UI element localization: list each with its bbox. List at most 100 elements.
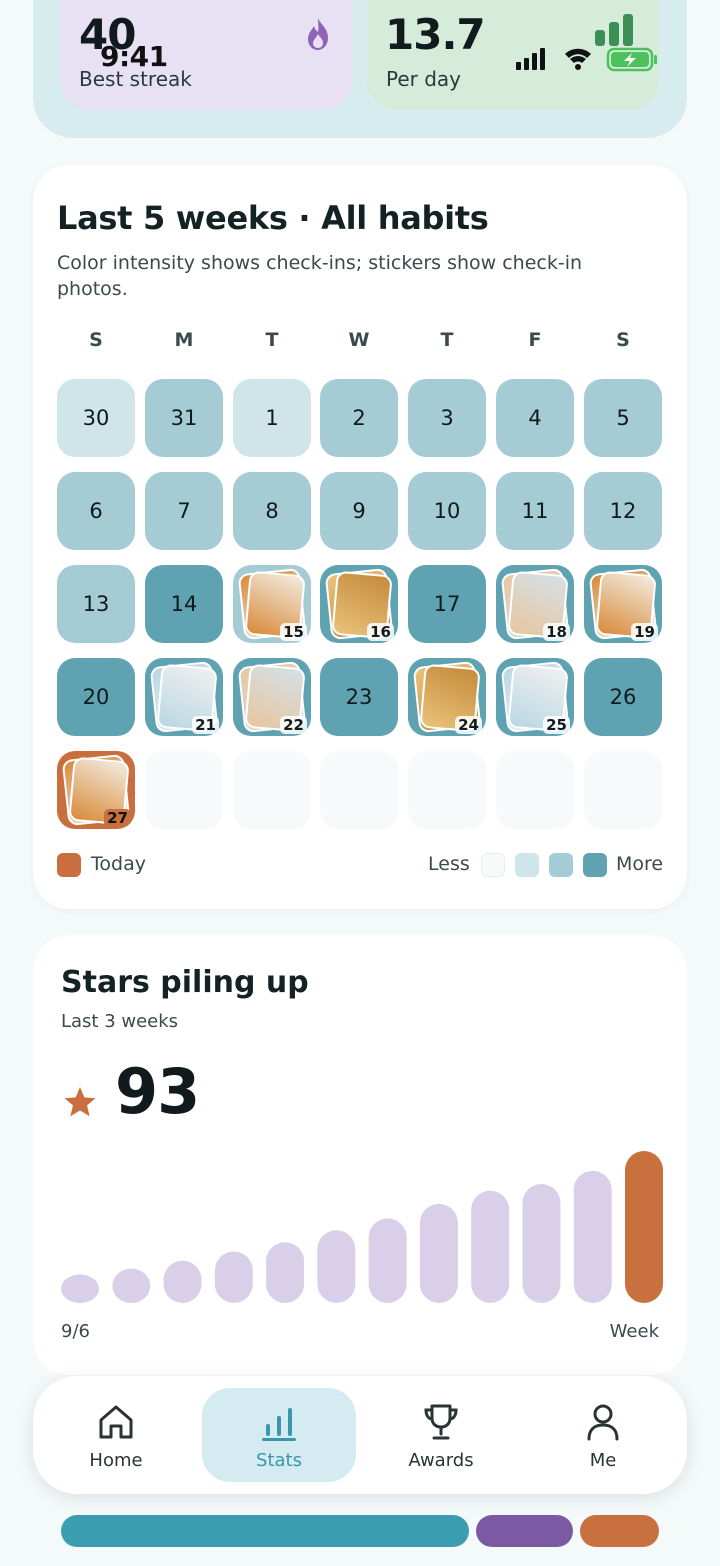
legend-today-label: Today bbox=[91, 853, 146, 875]
per-day-value: 13.7 bbox=[385, 10, 486, 59]
calendar-subtitle: Color intensity shows check-ins; sticker… bbox=[57, 252, 583, 300]
trophy-icon bbox=[424, 1404, 458, 1440]
calendar-day[interactable]: 6 bbox=[57, 472, 135, 550]
chart-bar-current-week bbox=[625, 1151, 663, 1303]
calendar-day[interactable]: 27 bbox=[57, 751, 135, 829]
nav-stats[interactable]: Stats bbox=[202, 1388, 356, 1482]
progress-strip-orange bbox=[580, 1515, 659, 1547]
wifi-icon bbox=[565, 48, 591, 70]
calendar-day[interactable]: 30 bbox=[57, 379, 135, 457]
calendar-day-number: 24 bbox=[455, 716, 482, 734]
chart-bar bbox=[214, 1251, 253, 1303]
weekday-label: S bbox=[89, 329, 103, 351]
chart-bar bbox=[419, 1203, 458, 1303]
calendar-day[interactable]: 11 bbox=[496, 472, 574, 550]
calendar-day[interactable]: 2 bbox=[320, 379, 398, 457]
calendar-day[interactable]: 13 bbox=[57, 565, 135, 643]
bottom-nav: Home Stats Awards Me bbox=[33, 1376, 687, 1494]
calendar-day-number: 25 bbox=[543, 716, 570, 734]
chart-bar bbox=[317, 1230, 356, 1303]
chart-x-start-label: 9/6 bbox=[61, 1321, 90, 1342]
calendar-day-number: 19 bbox=[631, 623, 658, 641]
stats-icon bbox=[262, 1408, 296, 1441]
nav-home[interactable]: Home bbox=[39, 1388, 193, 1482]
chart-bar bbox=[522, 1184, 561, 1303]
legend-swatch-level0 bbox=[481, 853, 505, 877]
calendar-day[interactable]: 31 bbox=[145, 379, 223, 457]
person-icon bbox=[587, 1404, 619, 1441]
weekday-label: F bbox=[528, 329, 542, 351]
calendar-day-number: 21 bbox=[192, 716, 219, 734]
calendar-day-empty bbox=[233, 751, 311, 829]
calendar-day[interactable]: 8 bbox=[233, 472, 311, 550]
weekday-label: W bbox=[348, 329, 370, 351]
calendar-day[interactable]: 16 bbox=[320, 565, 398, 643]
legend-less-label: Less bbox=[428, 853, 470, 875]
calendar-day-number: 15 bbox=[280, 623, 307, 641]
flame-icon bbox=[308, 18, 328, 50]
calendar-day[interactable]: 17 bbox=[408, 565, 486, 643]
calendar-day[interactable]: 4 bbox=[496, 379, 574, 457]
per-day-label: Per day bbox=[386, 67, 462, 91]
calendar-day[interactable]: 10 bbox=[408, 472, 486, 550]
chart-bar bbox=[368, 1218, 407, 1303]
nav-home-label: Home bbox=[89, 1450, 143, 1471]
calendar-day[interactable]: 25 bbox=[496, 658, 574, 736]
battery-icon bbox=[606, 47, 657, 72]
calendar-day[interactable]: 9 bbox=[320, 472, 398, 550]
progress-strip-purple bbox=[476, 1515, 573, 1547]
chart-bar bbox=[573, 1170, 612, 1303]
calendar-day[interactable]: 14 bbox=[145, 565, 223, 643]
calendar-day[interactable]: 1 bbox=[233, 379, 311, 457]
progress-strip-teal bbox=[61, 1515, 469, 1547]
calendar-day-empty bbox=[145, 751, 223, 829]
calendar-day[interactable]: 15 bbox=[233, 565, 311, 643]
stars-title: Stars piling up bbox=[61, 965, 309, 1000]
calendar-day-number: 27 bbox=[104, 809, 131, 827]
calendar-day[interactable]: 3 bbox=[408, 379, 486, 457]
legend-swatch-level2 bbox=[549, 853, 573, 877]
nav-awards[interactable]: Awards bbox=[364, 1388, 518, 1482]
calendar-day-number: 16 bbox=[367, 623, 394, 641]
calendar-card: Last 5 weeks · All habits Color intensit… bbox=[33, 165, 687, 909]
nav-awards-label: Awards bbox=[408, 1450, 474, 1471]
chart-bar bbox=[266, 1242, 305, 1303]
weekday-label: S bbox=[616, 329, 630, 351]
chart-x-end-label: Week bbox=[609, 1321, 659, 1342]
calendar-day[interactable]: 26 bbox=[584, 658, 662, 736]
calendar-day[interactable]: 7 bbox=[145, 472, 223, 550]
nav-stats-label: Stats bbox=[256, 1450, 302, 1471]
weekday-label: T bbox=[440, 329, 454, 351]
calendar-day[interactable]: 24 bbox=[408, 658, 486, 736]
signal-icon bbox=[516, 48, 545, 70]
calendar-day-number: 22 bbox=[280, 716, 307, 734]
status-indicators bbox=[516, 47, 657, 72]
calendar-day-empty bbox=[496, 751, 574, 829]
status-time: 9:41 bbox=[100, 40, 168, 73]
calendar-day-number: 18 bbox=[543, 623, 570, 641]
stars-bar-chart bbox=[61, 1151, 663, 1303]
stars-subtitle: Last 3 weeks bbox=[61, 1011, 179, 1032]
calendar-day-empty bbox=[320, 751, 398, 829]
chart-bar bbox=[61, 1274, 99, 1303]
weekday-label: M bbox=[174, 329, 194, 351]
calendar-day[interactable]: 20 bbox=[57, 658, 135, 736]
calendar-day-empty bbox=[584, 751, 662, 829]
legend-swatch-level1 bbox=[515, 853, 539, 877]
calendar-day[interactable]: 21 bbox=[145, 658, 223, 736]
chart-bar bbox=[112, 1268, 151, 1303]
bar-chart-icon bbox=[595, 14, 633, 46]
home-icon bbox=[99, 1405, 133, 1439]
calendar-day[interactable]: 19 bbox=[584, 565, 662, 643]
calendar-title: Last 5 weeks · All habits bbox=[57, 199, 489, 237]
weekday-label: T bbox=[265, 329, 279, 351]
calendar-day[interactable]: 22 bbox=[233, 658, 311, 736]
calendar-day[interactable]: 5 bbox=[584, 379, 662, 457]
calendar-day[interactable]: 12 bbox=[584, 472, 662, 550]
calendar-day[interactable]: 18 bbox=[496, 565, 574, 643]
calendar-day[interactable]: 23 bbox=[320, 658, 398, 736]
star-icon bbox=[64, 1087, 96, 1117]
legend-more-label: More bbox=[616, 853, 664, 875]
nav-me[interactable]: Me bbox=[526, 1388, 680, 1482]
stars-total: 93 bbox=[115, 1055, 200, 1128]
